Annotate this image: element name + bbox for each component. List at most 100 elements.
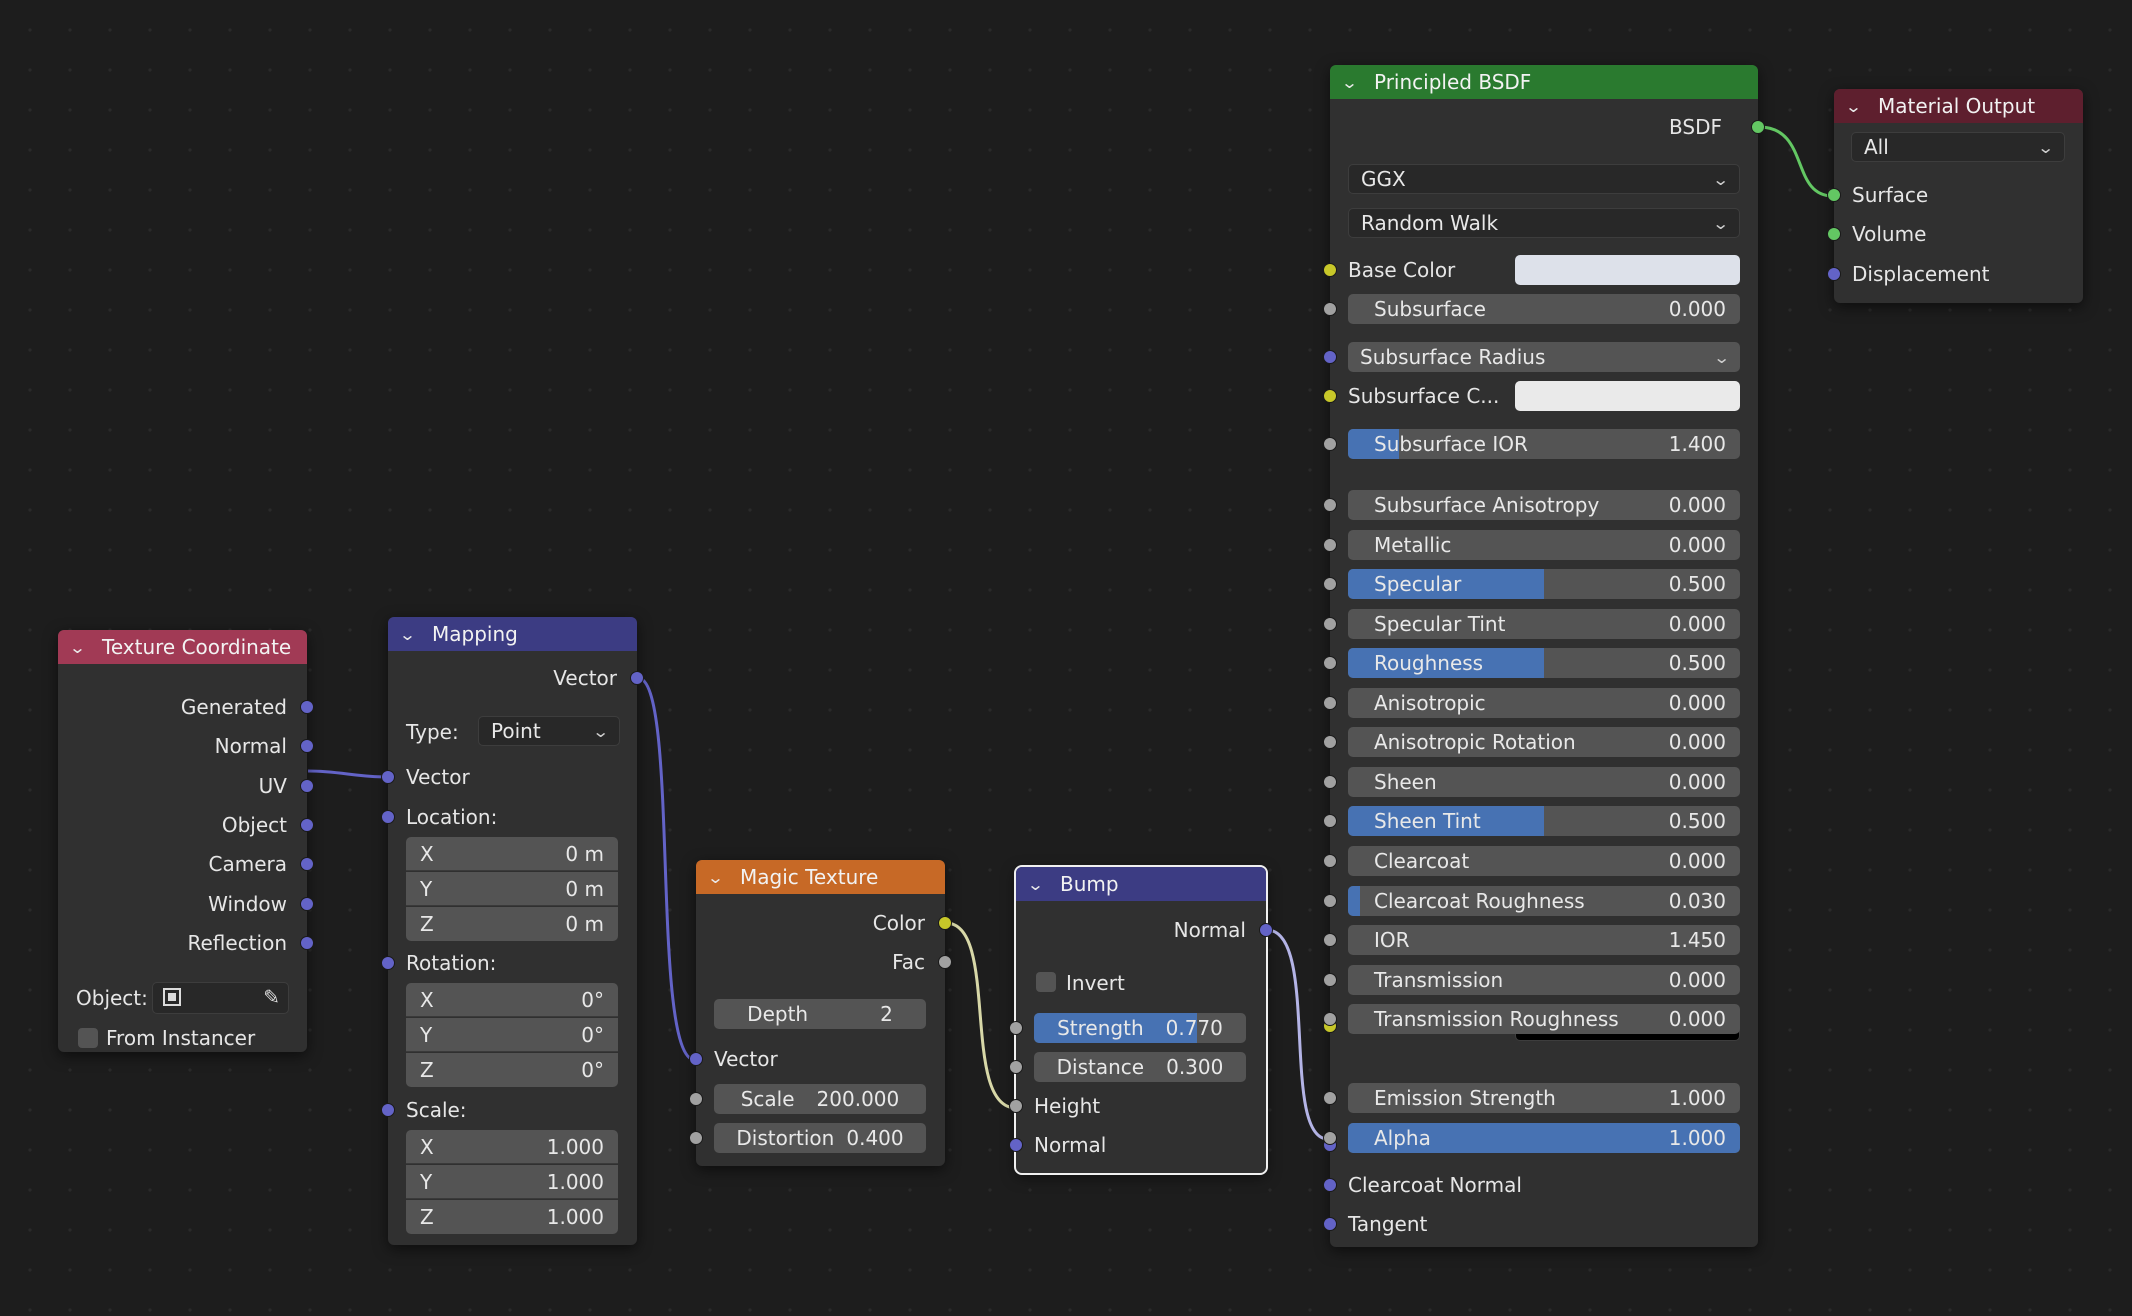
socket-scale-in[interactable] bbox=[689, 1092, 703, 1106]
collapse-chevron-icon[interactable]: ⌄ bbox=[1845, 97, 1874, 116]
sheen-slider[interactable]: Sheen 0.000 bbox=[1348, 767, 1740, 797]
socket-subsurface-anisotropy[interactable] bbox=[1323, 498, 1337, 512]
socket-subsurface-ior[interactable] bbox=[1323, 437, 1337, 451]
subsurface-ior-slider[interactable]: Subsurface IOR 1.400 bbox=[1348, 429, 1740, 459]
location-y-field[interactable]: Y0 m bbox=[406, 872, 618, 906]
invert-checkbox[interactable] bbox=[1036, 972, 1056, 992]
subsurface-color-swatch[interactable] bbox=[1515, 381, 1740, 411]
transmission-slider[interactable]: Transmission 0.000 bbox=[1348, 965, 1740, 995]
socket-specular[interactable] bbox=[1323, 577, 1337, 591]
bump-node[interactable]: ⌄ Bump Normal Invert Strength 0.770 Dista… bbox=[1009, 865, 1273, 1175]
socket-object[interactable] bbox=[300, 818, 314, 832]
socket-scale[interactable] bbox=[381, 1103, 395, 1117]
socket-camera[interactable] bbox=[300, 857, 314, 871]
socket-location[interactable] bbox=[381, 810, 395, 824]
socket-clearcoat-normal[interactable] bbox=[1323, 1178, 1337, 1192]
node-header[interactable]: ⌄ Bump bbox=[1016, 867, 1266, 901]
socket-subsurface[interactable] bbox=[1323, 302, 1337, 316]
socket-ior[interactable] bbox=[1323, 933, 1337, 947]
location-z-field[interactable]: Z0 m bbox=[406, 907, 618, 941]
collapse-chevron-icon[interactable]: ⌄ bbox=[69, 638, 98, 657]
rotation-z-field[interactable]: Z 0° bbox=[406, 1053, 618, 1087]
node-header[interactable]: ⌄ Mapping bbox=[388, 617, 637, 651]
rotation-y-field[interactable]: Y 0° bbox=[406, 1018, 618, 1052]
magic-texture-node[interactable]: ⌄ Magic Texture Color Fac Depth 2 Vector … bbox=[689, 860, 952, 1166]
socket-surface[interactable] bbox=[1827, 188, 1841, 202]
base-color-swatch[interactable] bbox=[1515, 255, 1740, 285]
location-x-field[interactable]: X0 m bbox=[406, 837, 618, 871]
socket-tangent[interactable] bbox=[1323, 1217, 1337, 1231]
node-header[interactable]: ⌄ Material Output bbox=[1834, 89, 2083, 123]
socket-sheen-tint[interactable] bbox=[1323, 814, 1337, 828]
socket-window[interactable] bbox=[300, 897, 314, 911]
collapse-chevron-icon[interactable]: ⌄ bbox=[1027, 875, 1056, 894]
collapse-chevron-icon[interactable]: ⌄ bbox=[707, 868, 736, 887]
socket-base-color[interactable] bbox=[1323, 263, 1337, 277]
socket-vector-in[interactable] bbox=[381, 770, 395, 784]
socket-vector-out[interactable] bbox=[630, 671, 644, 685]
specular-slider[interactable]: Specular 0.500 bbox=[1348, 569, 1740, 599]
socket-fac-out[interactable] bbox=[938, 955, 952, 969]
socket-transmission-roughness[interactable] bbox=[1323, 1012, 1337, 1026]
collapse-chevron-icon[interactable]: ⌄ bbox=[399, 625, 428, 644]
principled-bsdf-node[interactable]: ⌄ Principled BSDF BSDF GGX ⌄ Random Walk… bbox=[1323, 65, 1765, 1247]
socket-anisotropic[interactable] bbox=[1323, 696, 1337, 710]
subsurface-anisotropy-slider[interactable]: Subsurface Anisotropy 0.000 bbox=[1348, 490, 1740, 520]
type-dropdown[interactable]: Point ⌄ bbox=[478, 716, 620, 746]
socket-vector-in[interactable] bbox=[689, 1052, 703, 1066]
scale-field[interactable]: Scale 200.000 bbox=[714, 1084, 926, 1114]
socket-displacement[interactable] bbox=[1827, 267, 1841, 281]
socket-metallic[interactable] bbox=[1323, 538, 1337, 552]
socket-strength-in[interactable] bbox=[1009, 1021, 1023, 1035]
socket-height-in[interactable] bbox=[1009, 1099, 1023, 1113]
alpha-slider[interactable]: Alpha 1.000 bbox=[1348, 1123, 1740, 1153]
socket-normal-out[interactable] bbox=[1259, 923, 1273, 937]
socket-transmission[interactable] bbox=[1323, 973, 1337, 987]
collapse-chevron-icon[interactable]: ⌄ bbox=[1341, 73, 1370, 92]
subsurface-radius-dropdown[interactable]: Subsurface Radius ⌄ bbox=[1348, 342, 1740, 372]
socket-generated[interactable] bbox=[300, 700, 314, 714]
texture-coordinate-node[interactable]: ⌄ Texture Coordinate Generated Normal UV… bbox=[58, 630, 314, 1052]
rotation-x-field[interactable]: X 0° bbox=[406, 983, 618, 1017]
node-header[interactable]: ⌄ Texture Coordinate bbox=[58, 630, 307, 664]
socket-clearcoat-roughness[interactable] bbox=[1323, 894, 1337, 908]
specular-tint-slider[interactable]: Specular Tint 0.000 bbox=[1348, 609, 1740, 639]
ior-slider[interactable]: IOR 1.450 bbox=[1348, 925, 1740, 955]
distance-field[interactable]: Distance 0.300 bbox=[1034, 1052, 1246, 1082]
depth-field[interactable]: Depth 2 bbox=[714, 999, 926, 1029]
scale-x-field[interactable]: X 1.000 bbox=[406, 1130, 618, 1164]
clearcoat-roughness-slider[interactable]: Clearcoat Roughness 0.030 bbox=[1348, 886, 1740, 916]
socket-sheen[interactable] bbox=[1323, 775, 1337, 789]
eyedropper-icon[interactable]: ✎ bbox=[263, 985, 280, 1009]
target-dropdown[interactable]: All ⌄ bbox=[1851, 132, 2065, 162]
mapping-node[interactable]: ⌄ Mapping Vector Type: Point ⌄ Vector Lo… bbox=[381, 617, 644, 1245]
socket-alpha[interactable] bbox=[1323, 1131, 1337, 1145]
socket-uv[interactable] bbox=[300, 779, 314, 793]
socket-clearcoat[interactable] bbox=[1323, 854, 1337, 868]
socket-subsurface-radius[interactable] bbox=[1323, 350, 1337, 364]
socket-rotation[interactable] bbox=[381, 956, 395, 970]
strength-slider[interactable]: Strength 0.770 bbox=[1034, 1013, 1246, 1043]
socket-subsurface-color[interactable] bbox=[1323, 389, 1337, 403]
socket-specular-tint[interactable] bbox=[1323, 617, 1337, 631]
socket-emission-strength[interactable] bbox=[1323, 1091, 1337, 1105]
socket-normal[interactable] bbox=[300, 739, 314, 753]
socket-color-out[interactable] bbox=[938, 916, 952, 930]
node-header[interactable]: ⌄ Magic Texture bbox=[696, 860, 945, 894]
socket-anisotropic-rotation[interactable] bbox=[1323, 735, 1337, 749]
sheen-tint-slider[interactable]: Sheen Tint 0.500 bbox=[1348, 806, 1740, 836]
metallic-slider[interactable]: Metallic 0.000 bbox=[1348, 530, 1740, 560]
distribution-dropdown[interactable]: GGX ⌄ bbox=[1348, 164, 1740, 194]
socket-roughness[interactable] bbox=[1323, 656, 1337, 670]
anisotropic-rotation-slider[interactable]: Anisotropic Rotation 0.000 bbox=[1348, 727, 1740, 757]
socket-distortion-in[interactable] bbox=[689, 1131, 703, 1145]
node-header[interactable]: ⌄ Principled BSDF bbox=[1330, 65, 1758, 99]
emission-strength-slider[interactable]: Emission Strength 1.000 bbox=[1348, 1083, 1740, 1113]
socket-normal-in[interactable] bbox=[1009, 1138, 1023, 1152]
subsurface-method-dropdown[interactable]: Random Walk ⌄ bbox=[1348, 208, 1740, 238]
clearcoat-slider[interactable]: Clearcoat 0.000 bbox=[1348, 846, 1740, 876]
scale-y-field[interactable]: Y 1.000 bbox=[406, 1165, 618, 1199]
roughness-slider[interactable]: Roughness 0.500 bbox=[1348, 648, 1740, 678]
subsurface-slider[interactable]: Subsurface 0.000 bbox=[1348, 294, 1740, 324]
object-field[interactable]: ✎ bbox=[152, 982, 289, 1014]
